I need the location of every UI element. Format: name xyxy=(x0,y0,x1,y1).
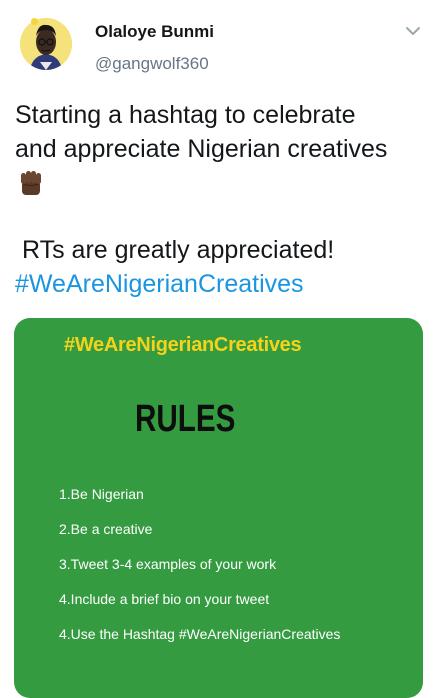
tweet-text-line: RTs are greatly appreciated! xyxy=(22,236,335,264)
user-handle[interactable]: @gangwolf360 xyxy=(95,54,209,74)
rule-item: 1.Be Nigerian xyxy=(59,486,144,502)
rule-item: 4.Use the Hashtag #WeAreNigerianCreative… xyxy=(59,626,341,642)
sparkle-icon xyxy=(31,18,38,25)
display-name[interactable]: Olaloye Bunmi xyxy=(95,22,214,42)
chevron-down-icon[interactable] xyxy=(402,20,424,42)
rule-item: 3.Tweet 3-4 examples of your work xyxy=(59,556,277,572)
hashtag-link[interactable]: #WeAreNigerianCreatives xyxy=(15,267,304,301)
media-hashtag: #WeAreNigerianCreatives xyxy=(64,334,302,356)
avatar-illustration xyxy=(20,18,72,70)
media-image[interactable]: #WeAreNigerianCreatives RULES 1.Be Niger… xyxy=(14,318,423,698)
avatar[interactable] xyxy=(20,18,72,70)
tweet-text: Starting a hashtag to celebrate and appr… xyxy=(15,98,425,166)
tweet: Olaloye Bunmi @gangwolf360 Starting a ha… xyxy=(0,0,437,698)
rules-title: RULES xyxy=(135,398,236,440)
raised-fist-icon xyxy=(18,168,44,196)
tweet-text-line: Starting a hashtag to celebrate xyxy=(15,101,356,129)
tweet-text-line: and appreciate Nigerian creatives xyxy=(15,135,388,163)
rule-item: 4.Include a brief bio on your tweet xyxy=(59,591,270,607)
rule-item: 2.Be a creative xyxy=(59,521,153,537)
